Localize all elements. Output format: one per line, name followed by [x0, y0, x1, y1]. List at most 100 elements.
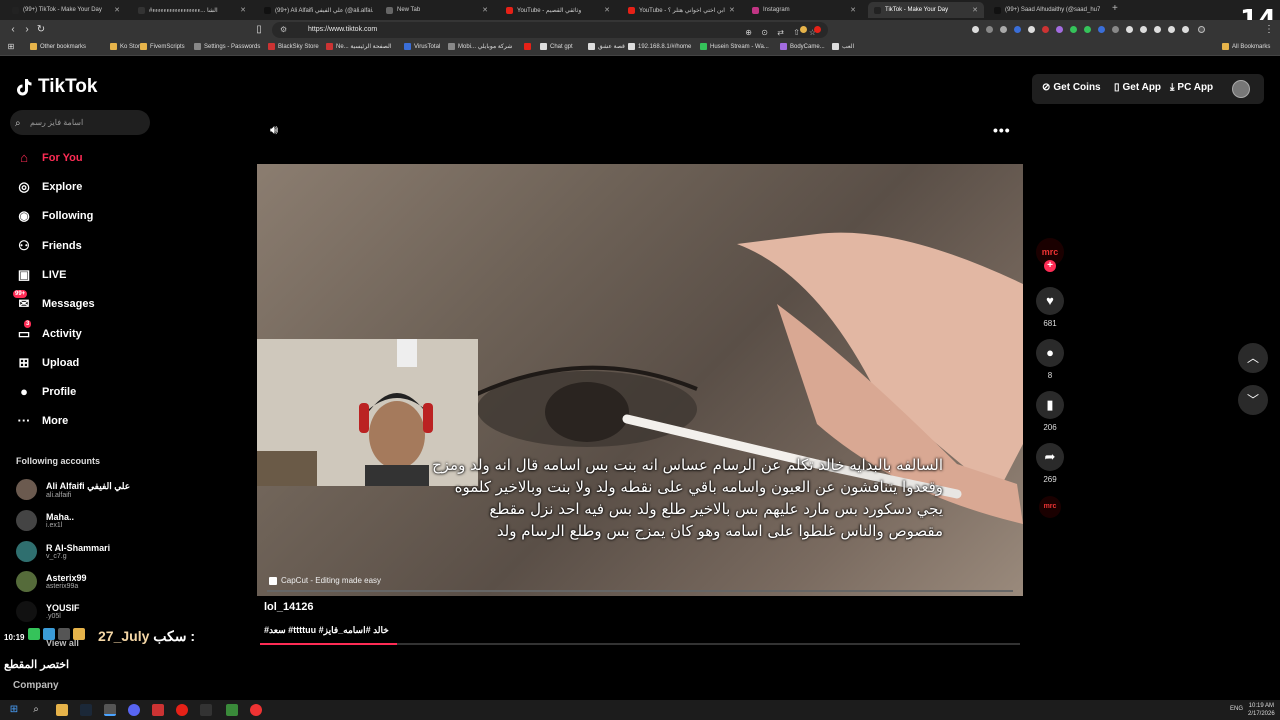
windows-start-icon[interactable]: ⊞	[8, 704, 20, 716]
tab-close-icon[interactable]: ✕	[482, 6, 488, 14]
volume-icon[interactable]: 🔊︎	[270, 122, 278, 138]
extension-7-icon[interactable]	[1056, 26, 1063, 33]
nav-item-profile[interactable]: ● Profile	[16, 384, 76, 400]
video-hashtags[interactable]: #سعد #ttttuu #خالد #اسامه_فايز	[264, 625, 389, 636]
back-icon[interactable]: ‹	[6, 23, 20, 37]
get-coins-button[interactable]: ⊘ Get Coins	[1042, 82, 1101, 93]
previous-video-button[interactable]: ︿	[1238, 343, 1268, 373]
extension-brave-icon[interactable]	[800, 26, 807, 33]
like-button[interactable]: ♥ 681	[1036, 287, 1064, 328]
obs-icon[interactable]	[176, 704, 188, 716]
extension-14-icon[interactable]	[1154, 26, 1161, 33]
browser-tab[interactable]: TikTok - Make Your Day ✕	[868, 2, 984, 18]
bookmark-item[interactable]: Settings - Passwords	[194, 43, 260, 50]
creator-avatar[interactable]: mrc +	[1036, 238, 1064, 272]
active-app-icon[interactable]	[104, 704, 116, 716]
tab-close-icon[interactable]: ✕	[604, 6, 610, 14]
get-app-button[interactable]: ▯ Get App	[1114, 82, 1161, 93]
tab-close-icon[interactable]: ✕	[850, 6, 856, 14]
extension-13-icon[interactable]	[1140, 26, 1147, 33]
tab-close-icon[interactable]: ✕	[114, 6, 120, 14]
file-explorer-icon[interactable]	[56, 704, 68, 716]
share-icon[interactable]: ⇧	[793, 25, 800, 41]
following-account[interactable]: Asterix99 asterix99a	[16, 571, 87, 592]
bookmark-item[interactable]: Ko Store	[110, 43, 143, 50]
extension-11-icon[interactable]	[1112, 26, 1119, 33]
tiktok-logo[interactable]: TikTok	[16, 76, 97, 98]
browser-tab[interactable]: #الشا ...ءءءءءءءءءءءءءءءءء ✕	[132, 2, 252, 18]
lens-icon[interactable]: ⊙	[761, 25, 768, 41]
extension-6-icon[interactable]	[1042, 26, 1049, 33]
following-account[interactable]: R Al-Shammari v_c7.g	[16, 541, 110, 562]
bookmark-item[interactable]: FivemScripts	[140, 43, 185, 50]
extension-16-icon[interactable]	[1182, 26, 1189, 33]
extension-4-icon[interactable]	[1014, 26, 1021, 33]
share-button[interactable]: ➦ 269	[1036, 443, 1064, 484]
bookmark-item[interactable]: BlackSky Store	[268, 43, 319, 50]
browser-tab[interactable]: (99+) TikTok - Make Your Day ✕	[6, 2, 126, 18]
more-options-icon[interactable]: •••	[993, 122, 1011, 138]
tab-close-icon[interactable]: ✕	[240, 6, 246, 14]
browser-menu-icon[interactable]: ⋮	[1262, 23, 1276, 37]
extension-12-icon[interactable]	[1126, 26, 1133, 33]
tab-close-icon[interactable]: ✕	[972, 6, 978, 14]
forward-icon[interactable]: ›	[20, 23, 34, 37]
extension-15-icon[interactable]	[1168, 26, 1175, 33]
nav-item-messages[interactable]: ✉ 99+ Messages	[13, 290, 95, 312]
browser-tab[interactable]: (99+) Saad Alhudaithy (@saad_hu7)✕	[988, 2, 1100, 18]
video-author[interactable]: lol_14126	[264, 601, 314, 613]
comment-button[interactable]: ● 8	[1036, 339, 1064, 380]
video-player[interactable]: السالفه بالبدايه خالد تكلم عن الرسام عسا…	[257, 164, 1023, 596]
zoom-icon[interactable]: ⊕	[745, 25, 752, 41]
following-account[interactable]: YOUSIF .y05l	[16, 601, 80, 622]
bookmark-item[interactable]: قصة عشق	[588, 43, 625, 50]
following-account[interactable]: Maha.. i.ex1l	[16, 510, 74, 531]
browser-tab[interactable]: YouTube - ابن اختي اخواني هتلر ؟ ✕	[622, 2, 740, 18]
extension-10-icon[interactable]	[1098, 26, 1105, 33]
search-input[interactable]: ⌕ اسامة فايز رسم	[10, 110, 150, 135]
site-info-icon[interactable]: ⚙	[280, 22, 287, 38]
browser-tab[interactable]: (99+) Ali Alfaifi علي الفيفي (@ali.alfai…	[258, 2, 374, 18]
browser-tab[interactable]: New Tab ✕	[380, 2, 494, 18]
extension-1-icon[interactable]	[972, 26, 979, 33]
red-app-icon[interactable]	[152, 704, 164, 716]
following-account[interactable]: Ali Alfaifi علي الفيفي ali.alfaifi	[16, 479, 130, 500]
taskbar-search-icon[interactable]: ⌕	[30, 704, 42, 716]
extension-8-icon[interactable]	[1070, 26, 1077, 33]
clock[interactable]: 10:19 AM 2/17/2026	[1248, 702, 1275, 718]
language-indicator[interactable]: ENG	[1230, 706, 1243, 712]
all-bookmarks[interactable]: All Bookmarks	[1222, 43, 1270, 50]
nav-item-for-you[interactable]: ⌂ For You	[16, 150, 82, 166]
bookmark-item[interactable]: Mobi... شركة موبايلي	[448, 43, 512, 50]
pc-app-button[interactable]: ⤓ PC App	[1170, 82, 1213, 93]
new-tab-button[interactable]: +	[1112, 3, 1118, 14]
video-progress-track[interactable]	[267, 590, 1013, 592]
bookmark-item[interactable]: العب	[832, 43, 854, 50]
browser-tab[interactable]: YouTube - وثائقي القصيم ✕	[500, 2, 616, 18]
translate-icon[interactable]: ⇄	[777, 25, 784, 41]
nav-item-live[interactable]: ▣ LIVE	[16, 267, 67, 283]
extension-5-icon[interactable]	[1028, 26, 1035, 33]
profile-avatar-icon[interactable]	[1198, 26, 1205, 33]
next-video-button[interactable]: ﹀	[1238, 385, 1268, 415]
user-avatar[interactable]	[1232, 80, 1250, 98]
music-disc[interactable]: mrc	[1036, 496, 1064, 518]
tab-close-icon[interactable]: ✕	[729, 6, 735, 14]
bookmark-item[interactable]	[524, 43, 534, 50]
extension-3-icon[interactable]	[1000, 26, 1007, 33]
extension-warning-icon[interactable]	[814, 26, 821, 33]
bookmark-item[interactable]: Other bookmarks	[30, 43, 86, 50]
bookmark-item[interactable]: VirusTotal	[404, 43, 440, 50]
bookmark-page-icon[interactable]: ▯	[252, 23, 266, 37]
apps-grid-icon[interactable]: ⊞	[4, 40, 18, 54]
url-bar[interactable]: ⚙ https://www.tiktok.com ⊕ ⊙ ⇄ ⇧ ☆	[272, 22, 828, 38]
nav-item-more[interactable]: ··· More	[16, 413, 69, 429]
steam-icon[interactable]	[80, 704, 92, 716]
nav-item-upload[interactable]: ⊞ Upload	[16, 355, 80, 371]
company-link[interactable]: Company	[13, 680, 59, 691]
reload-icon[interactable]: ↻	[34, 23, 48, 37]
nav-item-following[interactable]: ◉ Following	[16, 208, 93, 224]
save-button[interactable]: ▮ 206	[1036, 391, 1064, 432]
extension-2-icon[interactable]	[986, 26, 993, 33]
bookmark-item[interactable]: Ne... الصفحة الرئيسية	[326, 43, 392, 50]
